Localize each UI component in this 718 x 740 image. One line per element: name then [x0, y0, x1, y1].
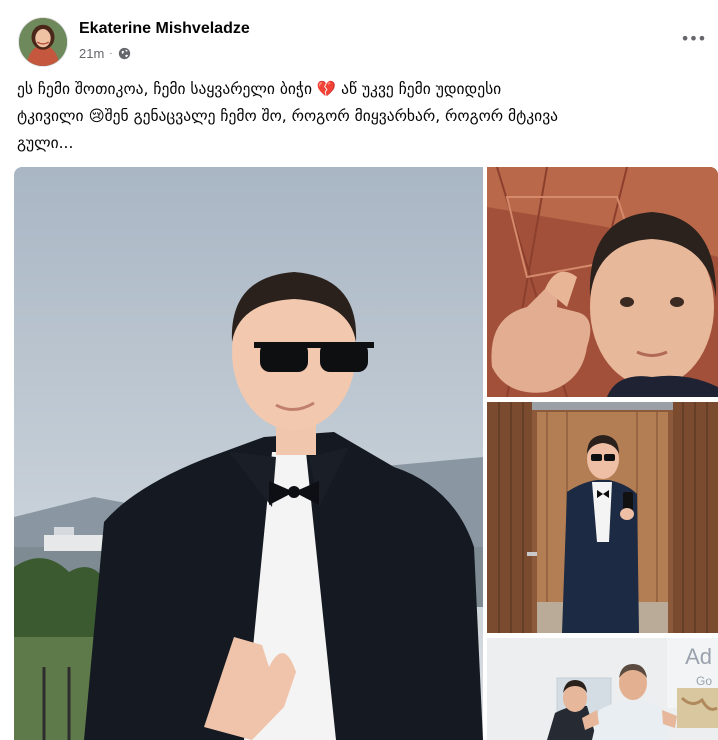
photo-elevator-mirror [487, 402, 718, 633]
author-name[interactable]: Ekaterine Mishveladze [79, 19, 250, 39]
photo-2[interactable] [487, 167, 718, 397]
photo-4[interactable]: Ad Go [487, 638, 718, 740]
post-text-line: გული... [17, 134, 74, 152]
photo-office-two-men [487, 638, 718, 740]
globe-icon[interactable] [118, 47, 131, 60]
author-avatar[interactable] [18, 17, 68, 67]
post-header: Ekaterine Mishveladze 21m · ••• [0, 0, 718, 72]
post-meta: 21m · [79, 44, 131, 62]
post-text-line: ტკივილი 😢შენ გენაცვალე ჩემო შო, როგორ მი… [17, 107, 559, 125]
meta-separator: · [109, 47, 113, 59]
photo-3[interactable] [487, 402, 718, 633]
avatar-image [19, 18, 67, 66]
photo-selfie-thumbs-up [487, 167, 718, 397]
photo-tuxedo-sunglasses [14, 167, 483, 740]
sign-text: Ad [685, 644, 712, 669]
post-text: ეს ჩემი შოთიკოა, ჩემი საყვარელი ბიჭი 💔 ა… [17, 76, 707, 157]
post-timestamp[interactable]: 21m [79, 46, 104, 61]
photo-1[interactable] [14, 167, 483, 740]
photo-grid: Ad Go [14, 167, 718, 740]
more-options-icon: ••• [680, 28, 706, 48]
sign-text: Go [695, 674, 712, 688]
post-text-line: ეს ჩემი შოთიკოა, ჩემი საყვარელი ბიჭი 💔 ა… [17, 80, 502, 98]
more-options-button[interactable]: ••• [678, 25, 708, 51]
